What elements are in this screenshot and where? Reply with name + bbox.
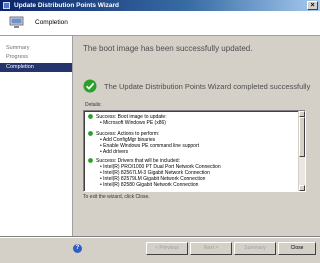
sidebar-item-progress[interactable]: Progress: [0, 53, 72, 62]
title-bar[interactable]: Update Distribution Points Wizard ×: [0, 0, 320, 11]
wizard-header: Completion: [0, 11, 320, 36]
exit-instructions: To exit the wizard, click Close.: [83, 194, 150, 200]
details-scrollbar[interactable]: [298, 111, 305, 191]
main-panel: The boot image has been successfully upd…: [73, 36, 320, 236]
page-title: Completion: [35, 19, 68, 26]
summary-button[interactable]: Summary: [234, 242, 276, 255]
close-button[interactable]: Close: [278, 242, 316, 255]
wizard-window: Update Distribution Points Wizard × Comp…: [0, 0, 320, 263]
sidebar-item-summary[interactable]: Summary: [0, 44, 72, 53]
previous-button[interactable]: < Previous: [146, 242, 188, 255]
window-app-icon: [3, 2, 10, 9]
scroll-thumb[interactable]: [299, 117, 305, 157]
wizard-steps: Summary Progress Completion: [0, 36, 73, 236]
success-icon: [88, 158, 93, 163]
details-box[interactable]: Success: Boot image to update: • Microso…: [83, 110, 306, 192]
status-message: The boot image has been successfully upd…: [83, 44, 253, 53]
success-icon: [88, 131, 93, 136]
section-line: • Microsoft Windows PE (x86): [100, 120, 166, 126]
success-icon: [88, 114, 93, 119]
computer-icon: [9, 16, 24, 28]
window-title: Update Distribution Points Wizard: [14, 2, 120, 9]
section-line: • Intel(R) 82580 Gigabit Network Connect…: [100, 182, 199, 188]
scroll-down-button[interactable]: [299, 185, 305, 191]
completed-message: The Update Distribution Points Wizard co…: [104, 82, 311, 91]
next-button[interactable]: Next >: [190, 242, 232, 255]
footer-divider: [0, 236, 320, 238]
sidebar-item-completion[interactable]: Completion: [0, 63, 72, 72]
success-check-icon: [83, 79, 97, 93]
close-window-icon[interactable]: ×: [307, 1, 318, 10]
section-line: • Add drivers: [100, 149, 129, 155]
help-icon[interactable]: ?: [73, 244, 82, 253]
details-label: Details:: [85, 102, 102, 108]
